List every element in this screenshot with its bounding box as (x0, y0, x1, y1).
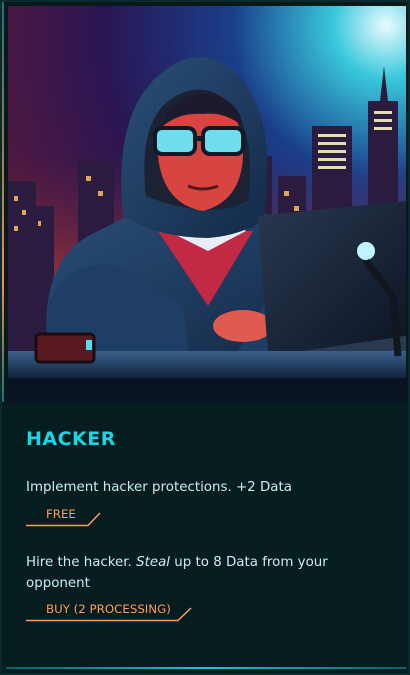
buy-button[interactable]: BUY (2 PROCESSING) (26, 600, 192, 622)
free-button[interactable]: FREE (26, 505, 101, 527)
hacker-illustration (8, 6, 406, 402)
card-title: HACKER (26, 428, 116, 450)
card-edge-glow (2, 2, 4, 402)
option-buy-description: Hire the hacker. Steal up to 8 Data from… (26, 552, 376, 594)
buy-button-label: BUY (2 PROCESSING) (46, 602, 171, 616)
option-buy-text-emphasis: Steal (136, 555, 171, 570)
card: HACKER Implement hacker protections. +2 … (0, 0, 410, 675)
option-buy-text-start: Hire the hacker. (26, 555, 137, 570)
card-bottom-border (6, 667, 406, 669)
option-free-description: Implement hacker protections. +2 Data (26, 480, 292, 495)
free-button-label: FREE (46, 507, 76, 521)
card-content: HACKER Implement hacker protections. +2 … (2, 402, 408, 673)
